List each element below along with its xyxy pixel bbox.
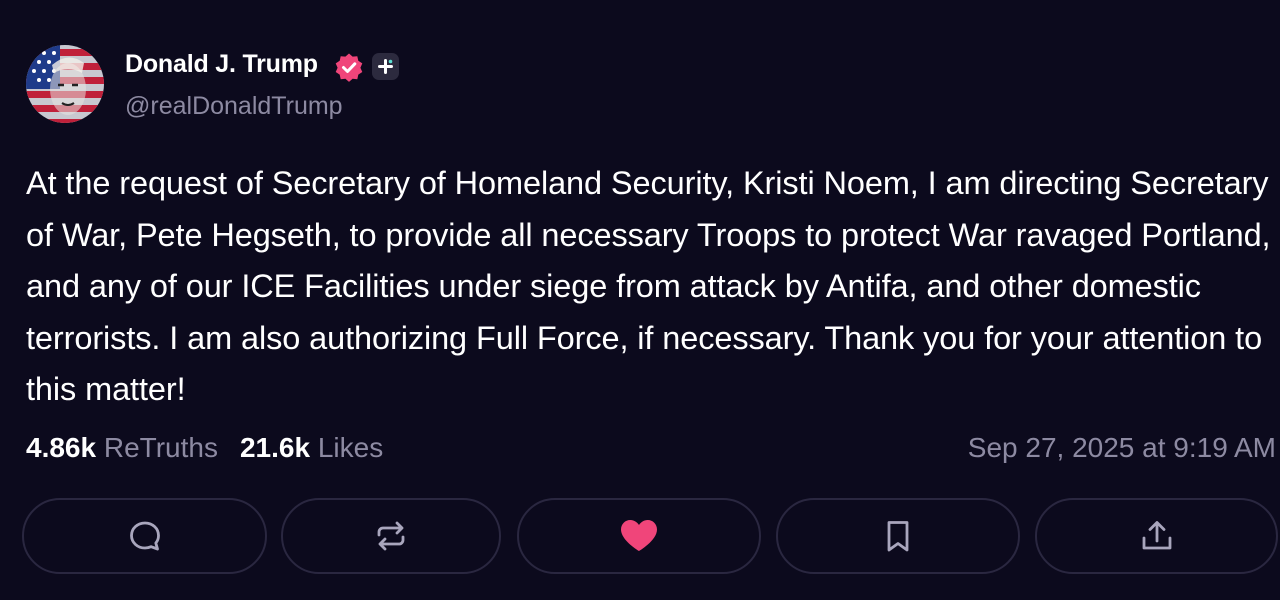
retruth-button[interactable] (281, 498, 501, 574)
share-icon (1142, 521, 1171, 550)
bookmark-button[interactable] (776, 498, 1020, 574)
like-button[interactable] (517, 498, 761, 574)
post-body-text: At the request of Secretary of Homeland … (26, 165, 1271, 407)
likes-count[interactable]: 21.6k (240, 432, 310, 463)
author-name[interactable]: Donald J. Trump (125, 50, 318, 79)
verified-badge-icon (334, 52, 364, 82)
post-stats: 4.86k ReTruths 21.6k Likes (26, 432, 383, 464)
likes-label[interactable]: Likes (318, 432, 383, 463)
reply-button[interactable] (22, 498, 267, 574)
bookmark-icon (887, 521, 909, 552)
author-avatar[interactable] (26, 45, 104, 123)
retruths-count[interactable]: 4.86k (26, 432, 96, 463)
truth-plus-badge-icon (372, 53, 399, 80)
avatar-image (26, 45, 104, 123)
retruth-icon (377, 521, 405, 551)
retruths-label[interactable]: ReTruths (104, 432, 218, 463)
share-button[interactable] (1035, 498, 1278, 574)
truth-post: Donald J. Trump @realDonaldTrump At the … (0, 0, 1280, 600)
post-timestamp: Sep 27, 2025 at 9:19 AM (967, 432, 1276, 463)
author-handle[interactable]: @realDonaldTrump (125, 92, 343, 121)
reply-icon (129, 521, 160, 551)
heart-icon (621, 520, 657, 551)
